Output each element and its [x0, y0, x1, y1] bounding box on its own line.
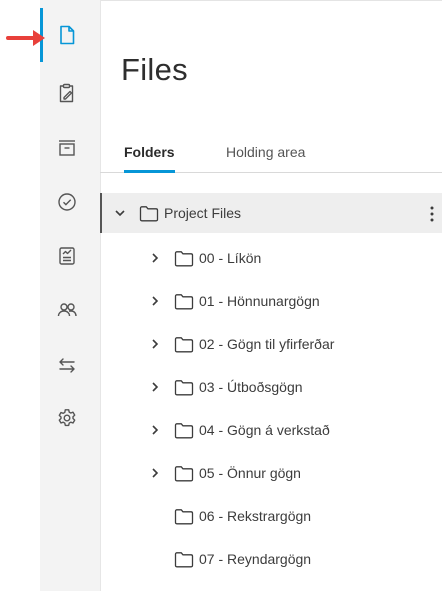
sidebar-item-files[interactable]: [54, 22, 80, 48]
folder-icon: [174, 249, 194, 267]
chevron-right-icon[interactable]: [148, 337, 162, 351]
sidebar-item-reports[interactable]: [54, 243, 80, 269]
chevron-right-icon[interactable]: [148, 380, 162, 394]
tree-item-label: 05 - Önnur gögn: [199, 465, 301, 481]
folder-icon: [174, 335, 194, 353]
gear-icon: [58, 409, 76, 427]
tree-item[interactable]: 02 - Gögn til yfirferðar: [148, 332, 334, 356]
tree-item[interactable]: 03 - Útboðsgögn: [148, 375, 303, 399]
sidebar-item-settings[interactable]: [54, 405, 80, 431]
report-icon: [59, 247, 75, 265]
sidebar-item-archive[interactable]: [54, 135, 80, 161]
sidebar-item-reviews[interactable]: [54, 80, 80, 106]
tree-item[interactable]: 01 - Hönnunargögn: [148, 289, 320, 313]
sidebar-item-transmittals[interactable]: [54, 352, 80, 378]
sidebar-item-approvals[interactable]: [54, 189, 80, 215]
tree-item-label: Project Files: [164, 205, 242, 221]
people-icon: [57, 303, 77, 317]
tree-root-item[interactable]: Project Files: [113, 201, 241, 225]
tree-item-label: 04 - Gögn á verkstað: [199, 422, 330, 438]
tab-bar: Folders Holding area: [100, 138, 442, 173]
tab-folders[interactable]: Folders: [124, 144, 175, 173]
pointer-arrow-icon: [6, 30, 45, 46]
tree-item-label: 02 - Gögn til yfirferðar: [199, 336, 335, 352]
tree-item[interactable]: 04 - Gögn á verkstað: [148, 418, 330, 442]
tree-item[interactable]: 00 - Líkön: [148, 246, 261, 270]
tree-item[interactable]: 05 - Önnur gögn: [148, 461, 301, 485]
folder-icon: [139, 204, 159, 222]
tree-item-label: 06 - Rekstrargögn: [199, 508, 312, 524]
clipboard-edit-icon: [59, 83, 74, 103]
tree-item-label: 00 - Líkön: [199, 250, 262, 266]
sidebar-item-members[interactable]: [54, 297, 80, 323]
chevron-right-icon[interactable]: [148, 466, 162, 480]
folder-icon: [174, 292, 194, 310]
tree-item[interactable]: 07 - Reyndargögn: [174, 547, 311, 571]
more-options-icon[interactable]: [425, 203, 439, 225]
chevron-right-icon[interactable]: [148, 251, 162, 265]
folder-icon: [174, 378, 194, 396]
tree-item[interactable]: 06 - Rekstrargögn: [174, 504, 311, 528]
tree-item-label: 03 - Útboðsgögn: [199, 379, 303, 395]
tab-holding-area[interactable]: Holding area: [226, 144, 305, 170]
folder-icon: [174, 421, 194, 439]
chevron-right-icon[interactable]: [148, 423, 162, 437]
page-title: Files: [121, 52, 188, 87]
check-circle-icon: [58, 193, 76, 211]
folder-icon: [174, 464, 194, 482]
chevron-right-icon[interactable]: [148, 294, 162, 308]
chevron-down-icon[interactable]: [113, 206, 127, 220]
tree-item-label: 01 - Hönnunargögn: [199, 293, 320, 309]
transfer-arrows-icon: [59, 358, 75, 373]
tree-item-label: 07 - Reyndargögn: [199, 551, 312, 567]
document-icon: [60, 25, 75, 45]
folder-icon: [174, 550, 194, 568]
folder-icon: [174, 507, 194, 525]
archive-icon: [59, 140, 75, 156]
